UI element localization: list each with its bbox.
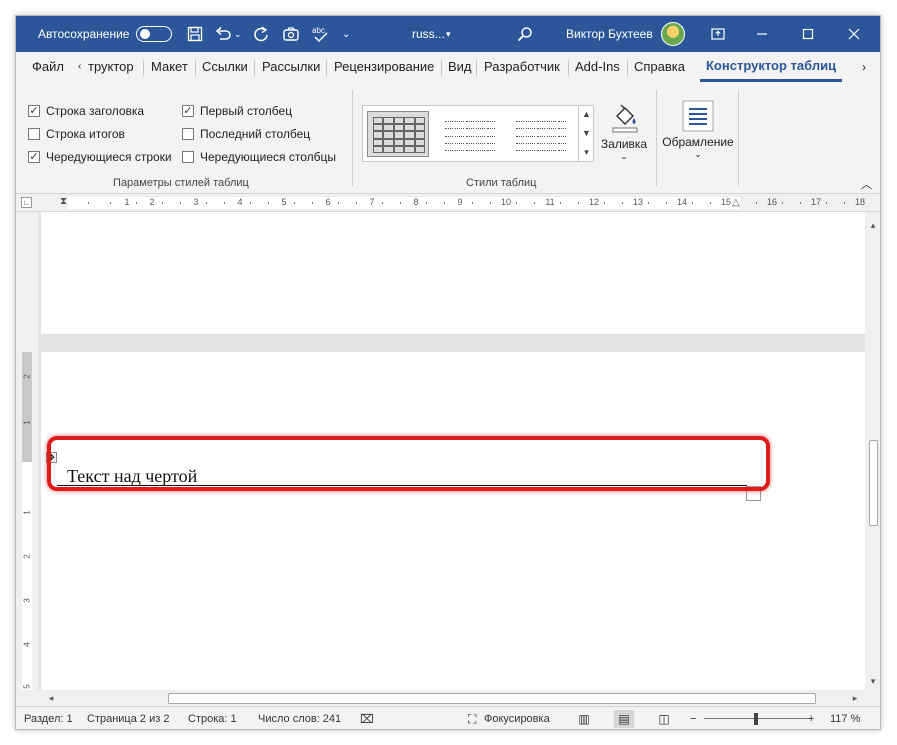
option-banded-rows[interactable]: ✓ Чередующиеся строки bbox=[28, 150, 172, 164]
page-1[interactable] bbox=[41, 212, 865, 334]
checkbox-banded-columns[interactable] bbox=[182, 151, 194, 163]
highlight-annotation bbox=[47, 436, 770, 491]
save-icon[interactable] bbox=[184, 23, 206, 45]
collapse-ribbon-icon[interactable]: ︿ bbox=[861, 176, 872, 192]
status-word-count[interactable]: Число слов: 241 bbox=[258, 707, 341, 729]
spelling-icon[interactable]: abc bbox=[310, 23, 332, 45]
redo-icon[interactable] bbox=[250, 23, 272, 45]
zoom-slider[interactable] bbox=[704, 718, 812, 719]
status-bar: Раздел: 1 Страница 2 из 2 Строка: 1 Числ… bbox=[16, 706, 880, 729]
customize-icon[interactable]: ⌄ bbox=[342, 16, 350, 52]
group-label-table-styles: Стили таблиц bbox=[466, 177, 537, 189]
document-name-chevron-icon[interactable]: ▾ bbox=[446, 16, 451, 52]
checkbox-banded-rows[interactable]: ✓ bbox=[28, 151, 40, 163]
tab-developer[interactable]: Разработчик bbox=[478, 52, 566, 82]
option-first-column[interactable]: ✓ Первый столбец bbox=[182, 104, 292, 118]
scroll-up-icon[interactable]: ▴ bbox=[866, 218, 880, 232]
checkbox-header-row[interactable]: ✓ bbox=[28, 105, 40, 117]
scroll-down-icon[interactable]: ▾ bbox=[866, 674, 880, 688]
web-layout-icon[interactable]: ◫ bbox=[654, 710, 674, 728]
user-name[interactable]: Виктор Бухтеев bbox=[566, 16, 653, 52]
autosave-toggle[interactable] bbox=[136, 26, 172, 42]
horizontal-scroll-thumb[interactable] bbox=[168, 693, 816, 704]
focus-icon[interactable]: ⛶ bbox=[468, 707, 476, 729]
ribbon-display-options-icon[interactable] bbox=[696, 16, 740, 52]
vertical-scroll-thumb[interactable] bbox=[869, 440, 878, 526]
zoom-level[interactable]: 117 % bbox=[830, 707, 860, 729]
horizontal-ruler[interactable]: ∟ ⧗ 1 2 3 4 5 6 7 8 9 10 11 12 13 14 15 … bbox=[16, 194, 880, 212]
checkbox-first-column[interactable]: ✓ bbox=[182, 105, 194, 117]
tab-table-design[interactable]: Конструктор таблиц bbox=[700, 52, 843, 82]
tab-selector-icon[interactable]: ∟ bbox=[21, 197, 32, 208]
minimize-icon[interactable] bbox=[740, 16, 784, 52]
vertical-ruler[interactable]: 2 1 1 2 3 4 5 bbox=[16, 212, 38, 690]
checkbox-total-row[interactable] bbox=[28, 128, 40, 140]
right-indent-marker-icon[interactable]: △ bbox=[732, 197, 740, 208]
table-styles-gallery bbox=[362, 105, 594, 162]
read-mode-icon[interactable]: ▥ bbox=[574, 710, 594, 728]
undo-dropdown-icon[interactable]: ⌄ bbox=[234, 16, 242, 52]
vertical-scrollbar[interactable]: ▴ ▾ bbox=[865, 212, 880, 690]
table-style-plain[interactable] bbox=[439, 111, 501, 157]
title-bar: Автосохранение ⌄ abc ⌄ russ... ▾ Виктор … bbox=[16, 16, 880, 52]
gallery-down-icon[interactable]: ▼ bbox=[579, 124, 594, 143]
tab-view[interactable]: Вид bbox=[442, 52, 478, 82]
table-style-light[interactable] bbox=[510, 111, 572, 157]
status-line[interactable]: Строка: 1 bbox=[188, 707, 237, 729]
undo-icon[interactable] bbox=[212, 23, 234, 45]
tabs-scroll-right-icon[interactable]: › bbox=[856, 52, 872, 82]
ribbon-tabs: Файл ‹ труктор Макет Ссылки Рассылки Рец… bbox=[16, 52, 880, 82]
page-2-content: Текст над чертой bbox=[41, 352, 865, 690]
borders-button[interactable]: Обрамление ⌄ bbox=[660, 100, 736, 160]
option-total-row[interactable]: Строка итогов bbox=[28, 127, 125, 141]
borders-dropdown-icon: ⌄ bbox=[694, 149, 702, 159]
touch-mode-icon[interactable] bbox=[280, 23, 302, 45]
avatar[interactable] bbox=[661, 22, 685, 46]
scroll-right-icon[interactable]: ▸ bbox=[848, 691, 862, 705]
search-icon[interactable] bbox=[514, 23, 536, 45]
zoom-in-button[interactable]: + bbox=[808, 707, 814, 729]
group-label-style-options: Параметры стилей таблиц bbox=[113, 177, 249, 189]
tab-references[interactable]: Ссылки bbox=[196, 52, 254, 82]
maximize-icon[interactable] bbox=[786, 16, 830, 52]
tab-file[interactable]: Файл bbox=[26, 52, 70, 82]
svg-text:abc: abc bbox=[312, 26, 325, 35]
print-layout-icon[interactable]: ▤ bbox=[614, 710, 634, 728]
shading-dropdown-icon: ⌄ bbox=[620, 151, 628, 161]
tab-constructor[interactable]: труктор bbox=[82, 52, 140, 82]
paint-bucket-icon bbox=[612, 104, 638, 133]
gallery-more-icon[interactable]: ▾ bbox=[579, 143, 594, 162]
gallery-up-icon[interactable]: ▲ bbox=[579, 105, 594, 124]
indent-marker-icon[interactable]: ⧗ bbox=[60, 196, 67, 207]
close-icon[interactable] bbox=[832, 16, 876, 52]
ribbon: ✓ Строка заголовка Строка итогов ✓ Чередую… bbox=[16, 82, 880, 194]
option-header-row[interactable]: ✓ Строка заголовка bbox=[28, 104, 144, 118]
option-banded-columns[interactable]: Чередующиеся столбцы bbox=[182, 150, 336, 164]
horizontal-scrollbar[interactable]: ◂ ▸ bbox=[16, 690, 880, 706]
tab-mailings[interactable]: Рассылки bbox=[256, 52, 326, 82]
scroll-left-icon[interactable]: ◂ bbox=[44, 691, 58, 705]
status-section[interactable]: Раздел: 1 bbox=[24, 707, 73, 729]
tab-add-ins[interactable]: Add-Ins bbox=[569, 52, 626, 82]
tab-layout[interactable]: Макет bbox=[145, 52, 194, 82]
focus-mode-button[interactable]: Фокусировка bbox=[484, 707, 550, 729]
table-style-grid[interactable] bbox=[367, 111, 429, 157]
document-name[interactable]: russ... bbox=[412, 16, 445, 52]
word-window: Автосохранение ⌄ abc ⌄ russ... ▾ Виктор … bbox=[15, 15, 881, 730]
zoom-out-button[interactable]: − bbox=[690, 707, 696, 729]
gallery-scroll: ▲ ▼ ▾ bbox=[578, 105, 594, 162]
tab-review[interactable]: Рецензирование bbox=[328, 52, 440, 82]
zoom-slider-knob[interactable] bbox=[754, 713, 758, 725]
shading-button[interactable]: Заливка ⌄ bbox=[599, 100, 649, 162]
checkbox-last-column[interactable] bbox=[182, 128, 194, 140]
option-last-column[interactable]: Последний столбец bbox=[182, 127, 310, 141]
tab-help[interactable]: Справка bbox=[628, 52, 691, 82]
status-page[interactable]: Страница 2 из 2 bbox=[87, 707, 169, 729]
autosave-label: Автосохранение bbox=[38, 27, 130, 41]
proofing-icon[interactable]: ⌧ bbox=[360, 707, 374, 729]
borders-icon bbox=[682, 100, 714, 132]
